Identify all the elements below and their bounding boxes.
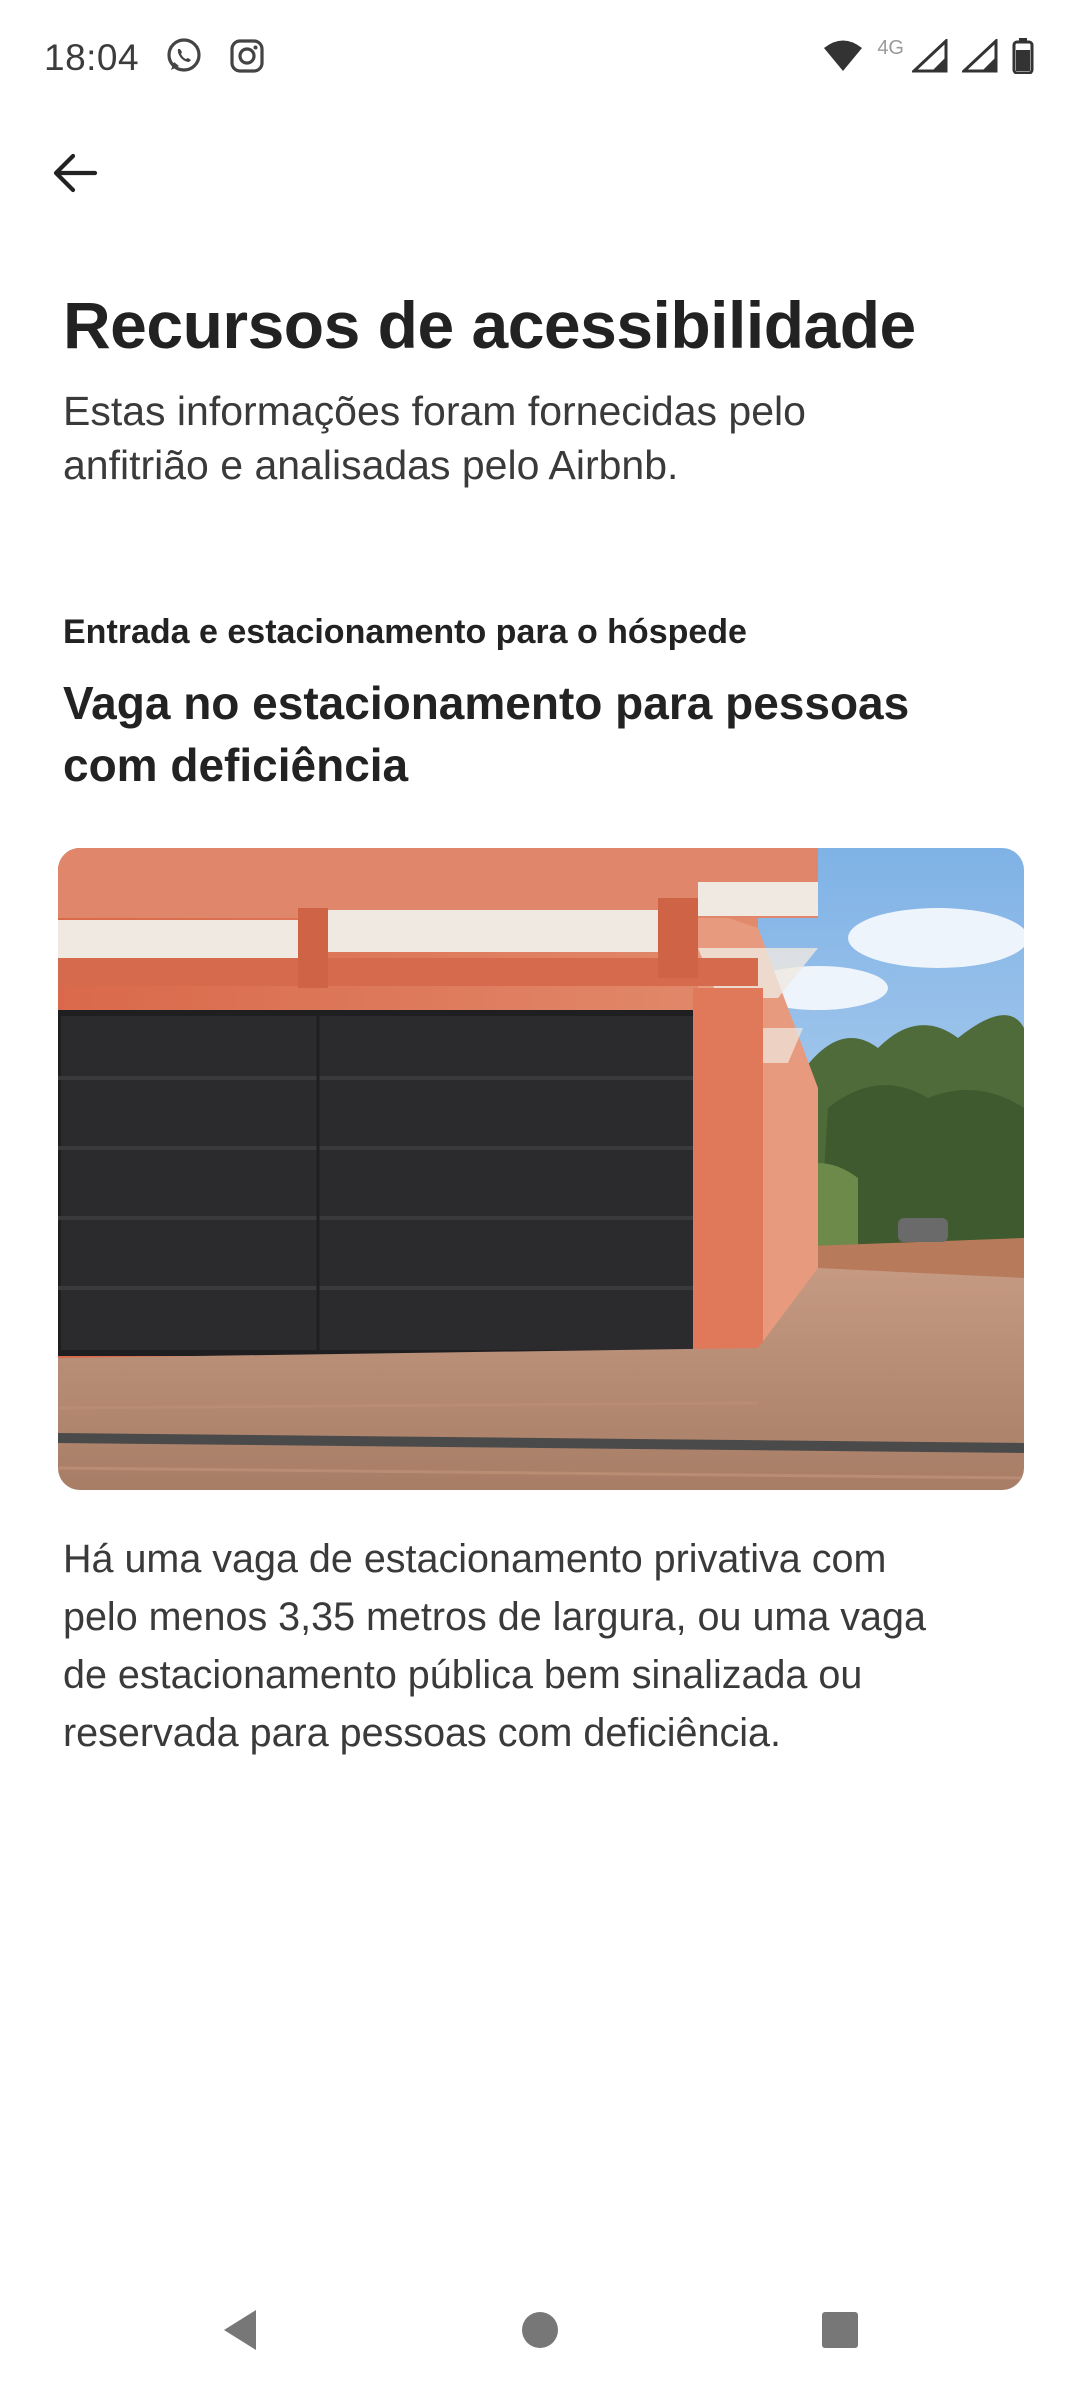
nav-recents-button[interactable]: [800, 2292, 880, 2372]
whatsapp-icon: [165, 37, 203, 80]
status-time: 18:04: [44, 37, 140, 78]
network-type-label: 4G: [877, 36, 904, 59]
feature-title-line: Vaga no estacionamento para pessoas: [63, 677, 910, 729]
feature-photo[interactable]: [58, 848, 1024, 1490]
signal-icon: [960, 37, 998, 78]
feature-description-line: de estacionamento pública bem sinalizada…: [63, 1653, 863, 1697]
page-subtitle-line: anfitrião e analisadas pelo Airbnb.: [63, 442, 679, 488]
page-title: Recursos de acessibilidade: [63, 288, 916, 362]
arrow-left-icon: [51, 151, 99, 200]
signal-icon: [910, 37, 948, 78]
feature-title-line: com deficiência: [63, 739, 409, 791]
screen: 18:04 4G Recursos de acessibilidade Esta…: [0, 0, 1080, 2400]
nav-home-button[interactable]: [500, 2292, 580, 2372]
status-bar: 18:04 4G: [0, 0, 1080, 116]
status-bar-left: 18:04: [44, 37, 265, 80]
recents-square-icon: [820, 2310, 860, 2355]
system-nav-bar: [0, 2272, 1080, 2400]
page-subtitle-line: Estas informações foram fornecidas pelo: [63, 388, 806, 434]
feature-description: Há uma vaga de estacionamento privativa …: [63, 1530, 1023, 1762]
feature-description-line: pelo menos 3,35 metros de largura, ou um…: [63, 1595, 926, 1639]
feature-title: Vaga no estacionamento para pessoas com …: [63, 672, 1023, 796]
back-triangle-icon: [220, 2308, 260, 2357]
home-circle-icon: [520, 2310, 560, 2355]
instagram-icon: [229, 38, 265, 79]
battery-icon: [1012, 37, 1034, 79]
page-subtitle: Estas informações foram fornecidas pelo …: [63, 384, 963, 492]
nav-back-button[interactable]: [200, 2292, 280, 2372]
wifi-icon: [823, 39, 863, 78]
back-button[interactable]: [40, 140, 110, 210]
feature-description-line: Há uma vaga de estacionamento privativa …: [63, 1537, 887, 1581]
feature-description-line: reservada para pessoas com deficiência.: [63, 1711, 781, 1755]
feature-category: Entrada e estacionamento para o hóspede: [63, 613, 747, 651]
status-bar-right: 4G: [823, 36, 1034, 79]
